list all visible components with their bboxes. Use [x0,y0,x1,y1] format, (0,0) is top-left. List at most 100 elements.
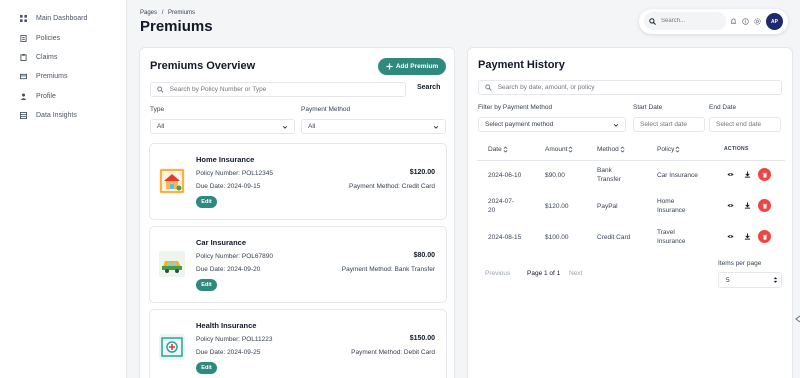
cell-date: 2024-08-15 [488,234,522,241]
edit-button[interactable]: Edit [196,362,217,374]
cell-policy: Home Insurance [657,197,686,215]
top-search-input[interactable] [661,18,721,24]
chevron-down-icon [613,123,619,127]
info-icon[interactable] [742,18,749,25]
card-amount: $150.00 [409,335,435,342]
cell-date: 2024-06-10 [488,172,522,179]
card-payment-method: Payment Method: Credit Card [349,183,435,190]
column-header-amount[interactable]: Amount [545,146,573,153]
history-search-box[interactable] [478,80,782,95]
policy-search-box[interactable] [150,82,406,97]
next-button[interactable]: Next [569,270,582,277]
filter-payment-method-select[interactable]: Select payment method [478,117,626,132]
policy-search-input[interactable] [169,86,405,93]
trash-icon [762,172,767,178]
avatar[interactable]: AP [766,13,783,30]
filter-payment-method-label: Filter by Payment Method [478,104,553,111]
history-search-input[interactable] [497,84,781,91]
payment-history-panel: Payment History Filter by Payment Method… [467,47,793,378]
search-icon [157,86,164,93]
delete-button[interactable] [758,199,771,212]
eye-icon[interactable] [727,233,734,240]
download-icon[interactable] [744,233,751,240]
top-search[interactable] [644,12,726,30]
end-date-input[interactable] [716,121,780,128]
sort-icon [503,146,508,153]
cell-method: Credit Card [597,234,631,241]
column-header-method[interactable]: Method [597,146,625,153]
filter-select-value: Select payment method [485,121,554,128]
eye-icon[interactable] [727,202,734,209]
trash-icon [762,234,767,240]
stepper-arrows-icon[interactable] [773,275,778,285]
edit-button[interactable]: Edit [196,279,217,291]
column-header-label: Policy [657,146,675,153]
type-select[interactable]: All [150,119,295,134]
start-date-input[interactable] [640,121,704,128]
add-premium-button[interactable]: Add Premium [378,58,446,75]
health-illustration-icon [159,334,185,360]
items-per-page-stepper[interactable]: 5 [718,272,782,288]
card-policy-number: Policy Number: POL12345 [196,170,273,177]
cell-policy-line: Insurance [657,238,686,245]
delete-button[interactable] [758,168,771,181]
edit-button[interactable]: Edit [196,196,217,208]
cell-policy-line: Travel [657,229,675,236]
end-date-field[interactable] [709,117,781,132]
edge-toggle-icon[interactable] [795,312,800,326]
payment-method-select[interactable]: All [301,119,446,134]
previous-button[interactable]: Previous [485,270,510,277]
eye-icon[interactable] [727,171,734,178]
sidebar-item-policies[interactable]: Policies [20,35,60,42]
sidebar-item-label: Policies [36,35,61,42]
breadcrumb-separator: / [161,10,164,16]
cell-date-line: 2024-07- [488,198,515,205]
cell-method: Bank Transfer [597,166,621,184]
sidebar-item-claims[interactable]: Claims [20,54,57,61]
breadcrumb: Pages / Premiums [140,10,195,16]
plus-icon [386,63,393,70]
items-per-page-label: Items per page [718,260,762,267]
premium-card-home: Home Insurance Policy Number: POL12345 D… [149,143,447,220]
column-header-label: Amount [545,146,568,153]
card-due-date: Due Date: 2024-09-15 [196,183,261,190]
sidebar-item-profile[interactable]: Profile [20,93,56,100]
breadcrumb-current: Premiums [168,10,196,16]
sidebar-item-label: Main Dashboard [36,15,88,22]
cell-amount: $100.00 [545,234,569,241]
download-icon[interactable] [744,202,751,209]
search-icon [649,17,656,25]
download-icon[interactable] [744,171,751,178]
cell-method-line: Transfer [597,176,621,183]
cell-amount: $120.00 [545,203,569,210]
house-illustration-icon [159,168,185,194]
payment-method-label: Payment Method [301,106,351,113]
card-amount: $80.00 [413,252,435,259]
start-date-field[interactable] [633,117,705,132]
cell-policy-line: Home [657,198,675,205]
end-date-label: End Date [709,104,737,111]
sidebar-item-label: Data Insights [36,112,77,119]
card-payment-method: Payment Method: Bank Transfer [341,266,435,273]
sidebar-item-main-dashboard[interactable]: Main Dashboard [20,15,87,22]
breadcrumb-root[interactable]: Pages [140,10,157,16]
delete-button[interactable] [758,230,771,243]
clipboard-icon [20,54,27,61]
column-header-date[interactable]: Date [488,146,508,153]
gear-icon[interactable] [754,18,761,25]
card-policy-number: Policy Number: POL67890 [196,253,273,260]
premiums-overview-panel: Premiums Overview Add Premium Search Typ… [139,47,455,378]
items-per-page-value: 5 [726,276,730,284]
cell-amount: $90.00 [545,172,565,179]
credit-card-icon [20,73,27,80]
sidebar-item-premiums[interactable]: Premiums [20,73,68,80]
sort-icon [675,146,680,153]
chevron-down-icon [282,125,288,129]
top-bar: AP [639,9,788,34]
search-button[interactable]: Search [417,84,440,91]
column-header-label: Method [597,146,619,153]
divider [477,160,785,161]
sidebar-item-data-insights[interactable]: Data Insights [20,112,77,119]
column-header-policy[interactable]: Policy [657,146,680,153]
bell-icon[interactable] [730,18,737,25]
